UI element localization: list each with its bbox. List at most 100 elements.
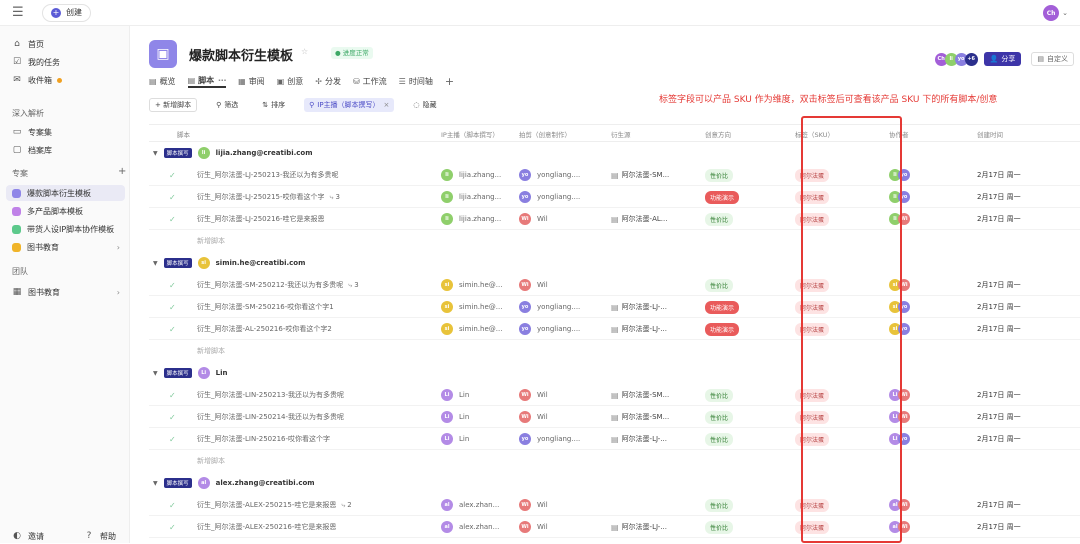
- tab[interactable]: ⛁ 工作流: [353, 74, 387, 88]
- add-row-button[interactable]: 新增脚本: [197, 346, 225, 356]
- direction-cell[interactable]: 性价比: [705, 428, 734, 450]
- direction-chip[interactable]: 性价比: [705, 498, 734, 512]
- column-header[interactable]: IP主播（脚本撰写）: [441, 129, 499, 139]
- editor-cell[interactable]: Wi Wil: [519, 494, 607, 516]
- editor-cell[interactable]: yo yongliang....: [519, 318, 607, 340]
- sku-cell[interactable]: 阿尔法蛋: [795, 318, 830, 340]
- direction-cell[interactable]: 性价比: [705, 516, 734, 538]
- sku-cell[interactable]: 阿尔法蛋: [795, 428, 830, 450]
- direction-chip[interactable]: 性价比: [705, 278, 734, 292]
- source-link[interactable]: 阿尔法蛋-SM...: [622, 390, 670, 400]
- collaborators-cell[interactable]: Li yo: [889, 428, 910, 450]
- ip-cell[interactable]: Li Lin: [441, 406, 517, 428]
- member-count[interactable]: +6: [964, 52, 978, 66]
- menu-icon[interactable]: ☰: [12, 5, 28, 20]
- user-menu[interactable]: Ch ⌄: [1043, 5, 1068, 21]
- script-name-cell[interactable]: 衍生_阿尔法蛋-AL-250216-哎你看这个字2: [197, 318, 437, 340]
- sku-cell[interactable]: 阿尔法蛋: [795, 494, 830, 516]
- script-name-cell[interactable]: 衍生_阿尔法蛋-ALEX-250216-哇它是来报恩: [197, 516, 437, 538]
- editor-cell[interactable]: Wi Wil: [519, 406, 607, 428]
- sku-tag[interactable]: 阿尔法蛋: [795, 168, 830, 182]
- direction-cell[interactable]: 性价比: [705, 208, 734, 230]
- collaborators-cell[interactable]: Li Wi: [889, 384, 910, 406]
- collaborators-cell[interactable]: si yo: [889, 318, 910, 340]
- column-header[interactable]: 拍剪（创意制作）: [519, 129, 571, 139]
- add-tab-button[interactable]: +: [445, 74, 454, 88]
- filter-button[interactable]: ⚲ 筛选: [211, 98, 243, 112]
- script-name-cell[interactable]: 衍生_阿尔法蛋-SM-250216-哎你看这个字1: [197, 296, 437, 318]
- direction-cell[interactable]: 功能演示: [705, 296, 740, 318]
- table-row[interactable]: ✓ 衍生_阿尔法蛋-SM-250212-我还以为有多贵呢 ⤷ 3 si simin.h…: [149, 274, 1080, 296]
- collaborators-cell[interactable]: Li Wi: [889, 406, 910, 428]
- sku-tag[interactable]: 阿尔法蛋: [795, 388, 830, 402]
- collaborators-cell[interactable]: li yo: [889, 186, 910, 208]
- complete-check-icon[interactable]: ✓: [169, 406, 176, 428]
- source-link[interactable]: 阿尔法蛋-LJ-...: [622, 324, 667, 334]
- source-cell[interactable]: ▤ 阿尔法蛋-LJ-...: [611, 428, 701, 450]
- sidebar-item[interactable]: ▢ 档案库: [0, 142, 130, 158]
- source-cell[interactable]: ▤ 阿尔法蛋-SM...: [611, 406, 701, 428]
- source-cell[interactable]: ▤ 阿尔法蛋-AL...: [611, 208, 701, 230]
- source-cell[interactable]: [611, 274, 701, 296]
- tab[interactable]: ▣ 创意: [277, 74, 304, 88]
- add-row-button[interactable]: 新增脚本: [197, 236, 225, 246]
- sidebar-item[interactable]: ⌂ 首页: [0, 36, 130, 52]
- direction-cell[interactable]: 功能演示: [705, 186, 740, 208]
- direction-chip[interactable]: 功能演示: [705, 190, 740, 204]
- direction-cell[interactable]: 性价比: [705, 384, 734, 406]
- tab[interactable]: ✢ 分发: [315, 74, 341, 88]
- editor-cell[interactable]: Wi Wil: [519, 384, 607, 406]
- script-name-cell[interactable]: 衍生_阿尔法蛋-ALEX-250215-哇它是来报恩 ⤷ 2: [197, 494, 437, 516]
- complete-check-icon[interactable]: ✓: [169, 428, 176, 450]
- source-link[interactable]: 阿尔法蛋-LJ-...: [622, 434, 667, 444]
- group-header[interactable]: ▼ 脚本撰写 li lijia.zhang@creatibi.com: [149, 142, 1080, 164]
- sidebar-project-item[interactable]: 带货人设IP脚本协作模板: [0, 221, 130, 237]
- complete-check-icon[interactable]: ✓: [169, 494, 176, 516]
- source-cell[interactable]: ▤ 阿尔法蛋-LJ-...: [611, 296, 701, 318]
- editor-cell[interactable]: Wi Wil: [519, 208, 607, 230]
- ip-cell[interactable]: al alex.zhan...: [441, 494, 517, 516]
- ip-cell[interactable]: li lijia.zhang...: [441, 186, 517, 208]
- sku-tag[interactable]: 阿尔法蛋: [795, 432, 830, 446]
- sku-tag[interactable]: 阿尔法蛋: [795, 498, 830, 512]
- share-button[interactable]: 👤 分享: [983, 52, 1022, 66]
- source-cell[interactable]: [611, 186, 701, 208]
- group-header[interactable]: ▼ 脚本撰写 si simin.he@creatibi.com: [149, 252, 1080, 274]
- complete-check-icon[interactable]: ✓: [169, 164, 176, 186]
- ip-cell[interactable]: li lijia.zhang...: [441, 208, 517, 230]
- sidebar-item[interactable]: ▭ 专案集: [0, 124, 130, 140]
- complete-check-icon[interactable]: ✓: [169, 186, 176, 208]
- sku-cell[interactable]: 阿尔法蛋: [795, 406, 830, 428]
- column-header[interactable]: 衍生源: [611, 129, 631, 139]
- editor-cell[interactable]: yo yongliang....: [519, 186, 607, 208]
- table-row[interactable]: ✓ 衍生_阿尔法蛋-AL-250216-哎你看这个字2 si simin.he@.…: [149, 318, 1080, 340]
- direction-chip[interactable]: 性价比: [705, 410, 734, 424]
- group-header[interactable]: ▼ 脚本撰写 al alex.zhang@creatibi.com: [149, 472, 1080, 494]
- caret-down-icon[interactable]: ▼: [153, 370, 158, 377]
- active-filter-chip[interactable]: ⚲ IP主播（脚本撰写） ×: [304, 98, 395, 112]
- source-link[interactable]: 阿尔法蛋-AL...: [622, 214, 668, 224]
- sku-cell[interactable]: 阿尔法蛋: [795, 296, 830, 318]
- sidebar-project-item[interactable]: 爆款脚本衍生模板: [6, 185, 125, 201]
- collaborators-cell[interactable]: li yo: [889, 164, 910, 186]
- complete-check-icon[interactable]: ✓: [169, 296, 176, 318]
- sidebar-item[interactable]: ☑ 我的任务: [0, 54, 130, 70]
- complete-check-icon[interactable]: ✓: [169, 274, 176, 296]
- tab[interactable]: ☰ 时间轴: [399, 74, 433, 88]
- sku-tag[interactable]: 阿尔法蛋: [795, 190, 830, 204]
- sku-tag[interactable]: 阿尔法蛋: [795, 212, 830, 226]
- direction-cell[interactable]: 功能演示: [705, 318, 740, 340]
- table-row[interactable]: ✓ 衍生_阿尔法蛋-LJ-250215-哎你看这个字 ⤷ 3 li lijia.zha…: [149, 186, 1080, 208]
- direction-cell[interactable]: 性价比: [705, 494, 734, 516]
- script-name-cell[interactable]: 衍生_阿尔法蛋-LJ-250215-哎你看这个字 ⤷ 3: [197, 186, 437, 208]
- complete-check-icon[interactable]: ✓: [169, 516, 176, 538]
- collaborators-cell[interactable]: si Wi: [889, 274, 910, 296]
- direction-chip[interactable]: 功能演示: [705, 300, 740, 314]
- editor-cell[interactable]: yo yongliang....: [519, 428, 607, 450]
- script-name-cell[interactable]: 衍生_阿尔法蛋-LIN-250214-我还以为有多贵呢: [197, 406, 437, 428]
- script-name-cell[interactable]: 衍生_阿尔法蛋-LIN-250213-我还以为有多贵呢: [197, 384, 437, 406]
- sort-button[interactable]: ⇅ 排序: [257, 98, 290, 112]
- direction-chip[interactable]: 功能演示: [705, 322, 740, 336]
- sku-tag[interactable]: 阿尔法蛋: [795, 300, 830, 314]
- table-row[interactable]: ✓ 衍生_阿尔法蛋-ALEX-250216-哇它是来报恩 al alex.zhan…: [149, 516, 1080, 538]
